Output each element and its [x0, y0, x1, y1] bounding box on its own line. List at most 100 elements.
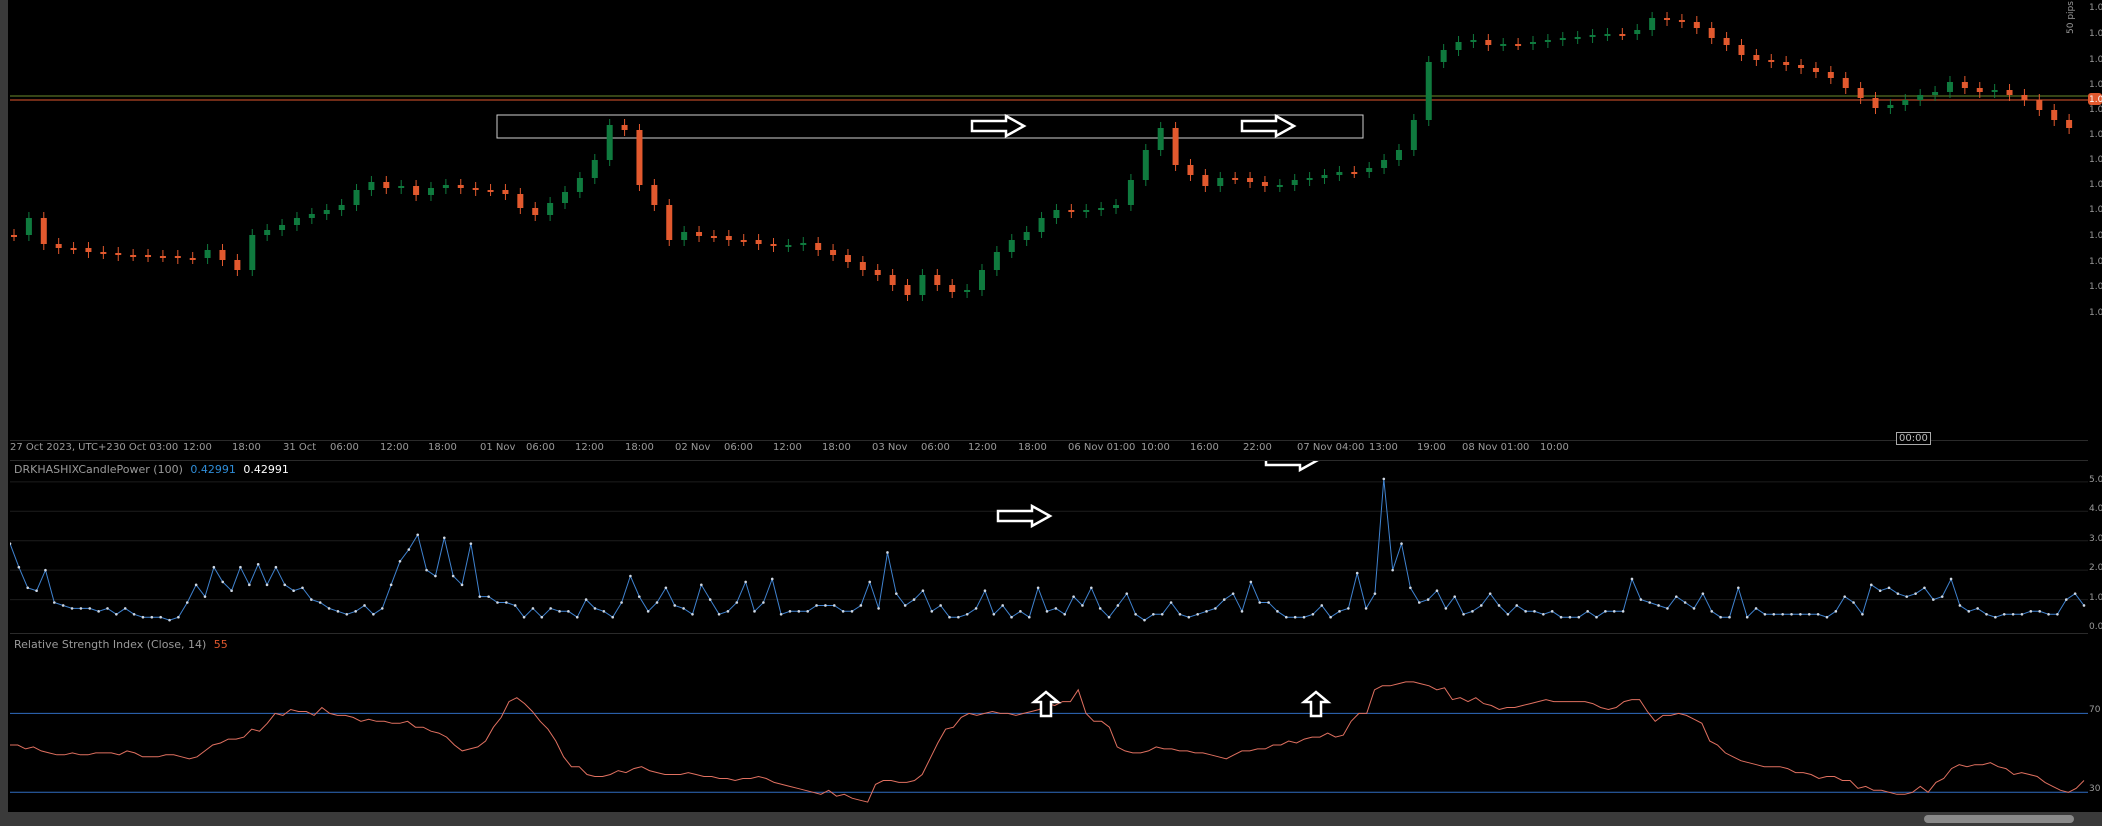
candle-body	[1812, 68, 1819, 72]
cpi-point	[788, 610, 792, 613]
time-tick-label: 06:00	[724, 442, 753, 453]
candle-body	[398, 186, 405, 188]
cpi-point	[1471, 610, 1474, 613]
candle-body	[1991, 90, 1998, 92]
time-tick-label: 12:00	[380, 442, 409, 453]
cpi-point	[1550, 610, 1554, 613]
cpi-point	[1090, 586, 1093, 590]
cpi-point	[327, 607, 331, 610]
cpi-point	[1054, 607, 1058, 610]
cpi-point	[1063, 612, 1067, 616]
candle-body	[1857, 88, 1864, 98]
rsi-tick-label: 70	[2089, 705, 2101, 716]
cpi-point	[1320, 604, 1324, 607]
price-tick-label: 1.0	[2089, 231, 2102, 241]
candle-body	[2006, 90, 2013, 95]
candle-body	[517, 194, 524, 208]
candle-body	[785, 245, 792, 247]
candle-body	[1172, 128, 1179, 165]
candle-body	[1664, 18, 1671, 20]
cpi-point	[115, 612, 118, 616]
cpi-point	[895, 592, 898, 595]
cpi-point	[1701, 592, 1705, 595]
time-axis[interactable]: 27 Oct 2023, UTC+2 30 Oct 03:00 12:00 18:00…	[10, 440, 2088, 455]
right-arrow-icon	[1240, 113, 1297, 139]
candle-body	[279, 225, 286, 230]
candle-body	[1678, 20, 1685, 22]
candle-body	[383, 182, 390, 188]
cpi-point	[434, 574, 437, 578]
candle-body	[1157, 128, 1164, 150]
horizontal-scrollbar[interactable]	[0, 812, 2102, 826]
scrollbar-thumb[interactable]	[1924, 815, 2074, 823]
cpi-point	[248, 583, 251, 587]
candle-body	[1932, 92, 1939, 95]
cpi-point	[540, 615, 544, 619]
cpi-point	[2020, 612, 2024, 616]
cpi-tick-label: 2.0	[2089, 563, 2102, 574]
candle-body	[189, 258, 196, 260]
cpi-point	[1692, 607, 1696, 610]
candle-body	[2066, 120, 2073, 128]
candle-body	[1023, 232, 1030, 240]
cpi-point	[1036, 586, 1040, 590]
candlepower-indicator-pane[interactable]: DRKHASHIXCandlePower (100) 0.42991 0.429…	[10, 460, 2088, 633]
candle-body	[696, 232, 703, 236]
cpi-point	[336, 610, 340, 613]
candle-body	[1038, 218, 1045, 232]
candle-body	[889, 275, 896, 285]
cpi-axis[interactable]: 5.0 4.0 3.0 2.0 1.0 0.0	[2088, 460, 2102, 632]
candle-body	[2036, 100, 2043, 110]
candle-body	[1887, 105, 1894, 108]
price-tick-label: 1.0	[2089, 180, 2102, 190]
candle-body	[40, 218, 47, 244]
time-tick-label: 18:00	[822, 442, 851, 453]
candle-body	[100, 252, 107, 254]
candle-body	[964, 290, 971, 292]
cpi-point	[762, 601, 765, 604]
cpi-point	[141, 615, 145, 619]
cpi-point	[1745, 615, 1749, 619]
cpi-point	[442, 536, 446, 540]
candle-body	[1574, 37, 1581, 39]
cpi-point	[1267, 601, 1270, 604]
cpi-point	[301, 586, 304, 590]
cpi-point	[1302, 615, 1306, 619]
candle-body	[1381, 160, 1388, 168]
price-chart-pane[interactable]	[10, 0, 2088, 326]
time-tick-label: 10:00	[1141, 442, 1170, 453]
cpi-point	[372, 612, 375, 616]
rsi-axis[interactable]: 70 30	[2088, 633, 2102, 811]
cpi-point	[1621, 610, 1625, 613]
rsi-indicator-pane[interactable]: Relative Strength Index (Close, 14) 55	[10, 633, 2088, 812]
up-arrow-icon	[1030, 690, 1062, 718]
candle-body	[1589, 35, 1596, 37]
price-tick-label: 1.0	[2089, 155, 2102, 165]
cpi-point	[1160, 612, 1164, 616]
cpi-point	[637, 595, 641, 598]
candle-body	[532, 208, 539, 215]
rsi-tick-label: 30	[2089, 784, 2101, 795]
cpi-point	[469, 542, 473, 545]
cpi-point	[531, 607, 535, 610]
cpi-point	[1462, 612, 1465, 616]
cpi-point	[1763, 612, 1767, 616]
cpi-point	[1852, 601, 1855, 604]
cpi-point	[2073, 592, 2077, 595]
time-tick-label: 31 Oct	[283, 442, 317, 453]
cpi-point	[939, 604, 942, 607]
candlestick-chart[interactable]	[10, 0, 2088, 326]
cpi-point	[620, 601, 623, 604]
candle-body	[338, 205, 345, 210]
price-axis[interactable]: 1.0 1.0 1.0 1.0 1.0 1.0 1.0 1.0 1.0 1.0 1.0 1.0 1.0 1…	[2088, 0, 2102, 326]
cpi-point	[912, 598, 916, 601]
cpi-point	[691, 612, 694, 616]
candle-body	[368, 182, 375, 190]
candle-body	[1008, 240, 1015, 252]
cpi-point	[948, 615, 951, 619]
cpi-point	[1674, 595, 1678, 598]
rsi-line	[10, 681, 2088, 803]
cpi-tick-label: 0.0	[2089, 622, 2102, 632]
candle-body	[70, 248, 77, 250]
cpi-point	[354, 610, 357, 613]
